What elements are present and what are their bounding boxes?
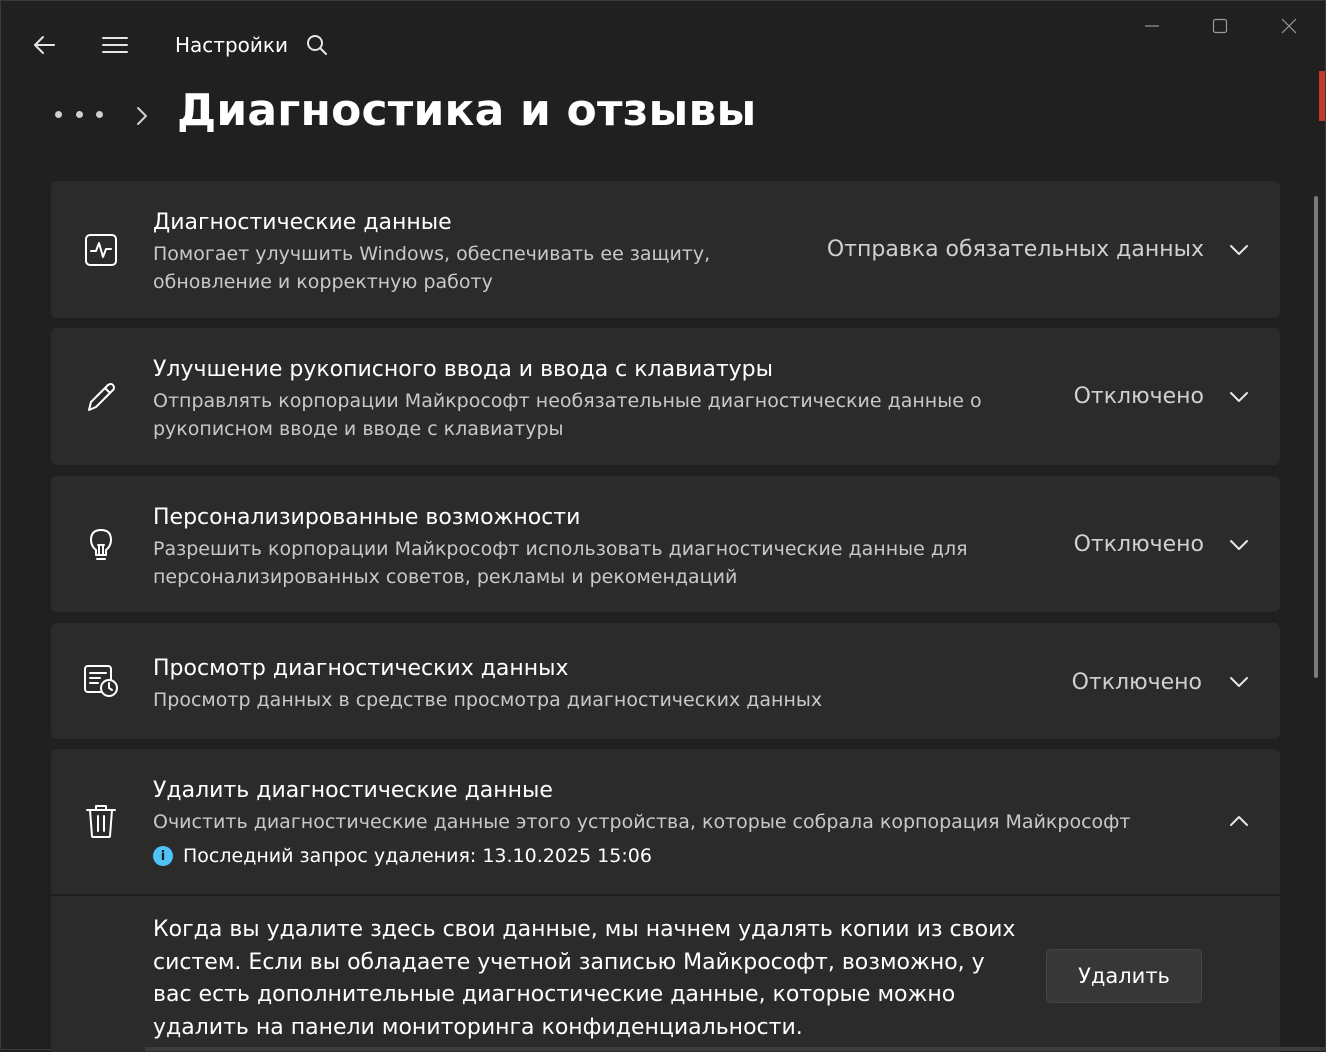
pen-icon [79,375,123,419]
search-icon[interactable] [299,27,335,63]
card-title: Персонализированные возможности [153,505,581,530]
chevron-up-icon[interactable] [1224,806,1254,836]
back-arrow-icon[interactable] [25,27,63,63]
card-description: Отправлять корпорации Майкрософт необяза… [153,390,982,440]
data-viewer-icon [79,659,123,703]
card-value: Отключено [1073,532,1204,557]
card-title: Удалить диагностические данные [153,778,553,803]
settings-window: Настройки Диагностика и отзывы Диагности… [0,0,1326,1052]
card-description: Разрешить корпорации Майкрософт использо… [153,538,968,588]
chevron-down-icon[interactable] [1224,667,1254,697]
last-delete-request: i Последний запрос удаления: 13.10.2025 … [153,845,652,867]
card-diagnostic-data[interactable]: Диагностические данные Помогает улучшить… [51,181,1280,318]
scrollbar[interactable] [1314,196,1318,678]
chevron-right-icon [129,101,155,131]
last-delete-request-text: Последний запрос удаления: 13.10.2025 15… [183,845,652,867]
taskbar-edge [145,1047,1326,1051]
card-diagnostic-viewer[interactable]: Просмотр диагностических данных Просмотр… [51,623,1280,739]
delete-section-body: Когда вы удалите здесь свои данные, мы н… [51,895,1280,1052]
breadcrumb-overflow-icon[interactable] [55,99,103,129]
card-description: Помогает улучшить Windows, обеспечивать … [153,243,711,293]
pulse-icon [79,228,123,272]
card-description: Очистить диагностические данные этого ус… [153,811,1131,833]
card-value: Отключено [1073,384,1204,409]
card-title: Диагностические данные [153,210,452,235]
delete-explanation: Когда вы удалите здесь свои данные, мы н… [153,917,1016,1040]
card-description: Просмотр данных в средстве просмотра диа… [153,689,823,711]
minimize-icon[interactable] [1130,11,1174,41]
title-bar: Настройки [1,1,1325,89]
hamburger-menu-icon[interactable] [95,27,135,63]
card-value: Отправка обязательных данных [826,237,1204,262]
close-icon[interactable] [1267,11,1311,41]
card-tailored-experiences[interactable]: Персонализированные возможности Разрешит… [51,476,1280,612]
lightbulb-icon [79,523,123,567]
card-title: Просмотр диагностических данных [153,656,569,681]
maximize-icon[interactable] [1198,11,1242,41]
chevron-down-icon[interactable] [1224,530,1254,560]
page-title: Диагностика и отзывы [177,85,757,136]
card-delete-diagnostic-data[interactable]: Удалить диагностические данные Очистить … [51,749,1280,894]
chevron-down-icon[interactable] [1224,235,1254,265]
app-title: Настройки [175,33,288,57]
delete-button[interactable]: Удалить [1046,949,1202,1003]
info-icon: i [153,846,173,866]
card-value: Отключено [1071,670,1202,695]
card-title: Улучшение рукописного ввода и ввода с кл… [153,357,774,382]
card-inking-typing[interactable]: Улучшение рукописного ввода и ввода с кл… [51,328,1280,465]
trash-icon [79,799,123,843]
chevron-down-icon[interactable] [1224,382,1254,412]
